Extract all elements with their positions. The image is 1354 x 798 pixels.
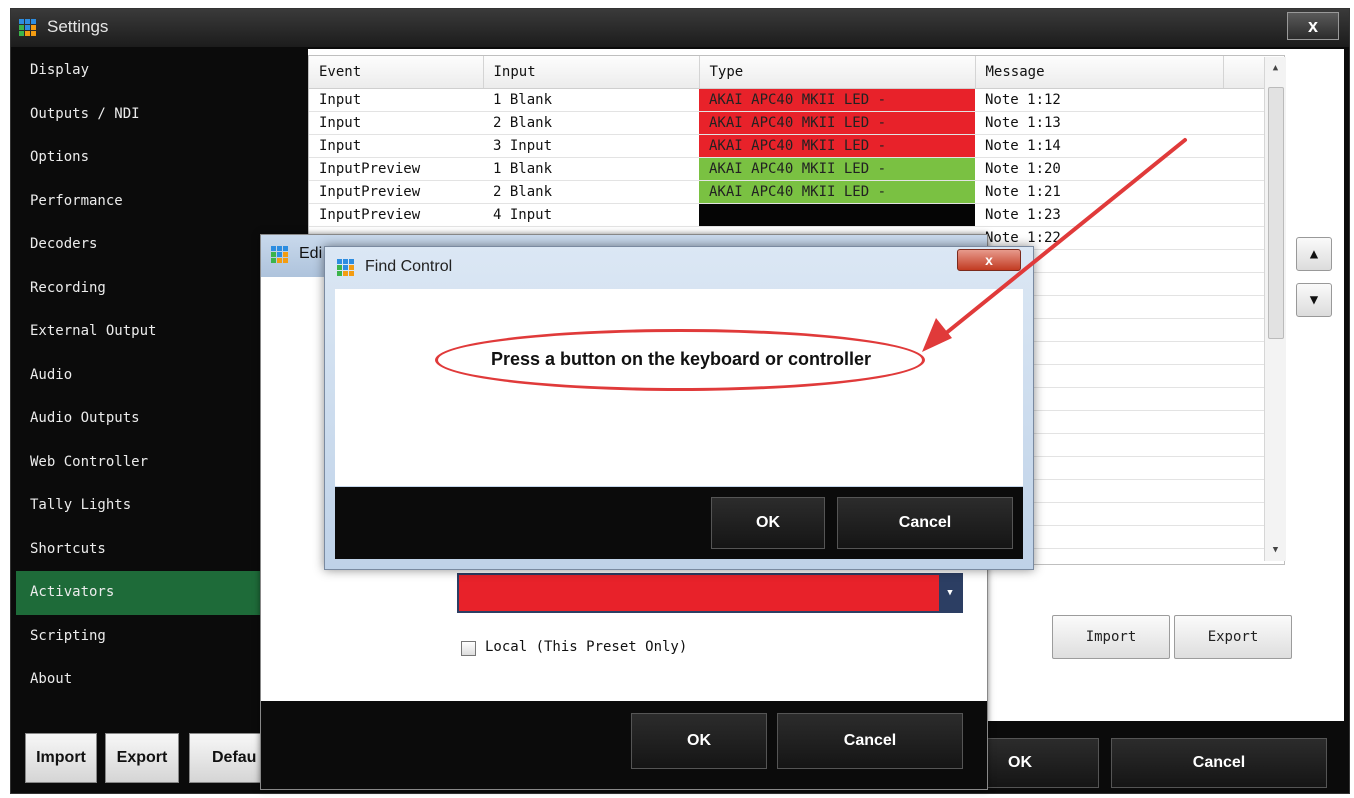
- cell-message: Note 1:13: [975, 111, 1223, 135]
- table-row[interactable]: Input 2 Blank AKAI APC40 MKII LED - Note 1:…: [309, 111, 1283, 135]
- cell-type: [699, 203, 975, 227]
- sidebar-item-recording[interactable]: Recording: [16, 267, 266, 311]
- find-ok-button[interactable]: OK: [711, 497, 825, 549]
- column-header-event[interactable]: Event: [309, 56, 484, 89]
- cell-input: 1 Blank: [483, 88, 699, 112]
- bottom-export-button[interactable]: Export: [105, 733, 179, 783]
- find-close-button[interactable]: x: [957, 249, 1021, 271]
- import-button[interactable]: Import: [1052, 615, 1170, 659]
- column-header-type[interactable]: Type: [699, 56, 976, 89]
- cell-message: Note 1:23: [975, 203, 1223, 227]
- sidebar-item-performance[interactable]: Performance: [16, 180, 266, 224]
- table-scrollbar[interactable]: ▲ ▼: [1264, 57, 1286, 561]
- sidebar-item-decoders[interactable]: Decoders: [16, 223, 266, 267]
- bottom-default-button[interactable]: Defau: [189, 733, 269, 783]
- sidebar-item-options[interactable]: Options: [16, 136, 266, 180]
- column-header-input[interactable]: Input: [483, 56, 700, 89]
- cell-type: AKAI APC40 MKII LED -: [699, 180, 975, 204]
- triangle-up-icon: ▲: [1309, 246, 1319, 262]
- cell-type: AKAI APC40 MKII LED -: [699, 111, 975, 135]
- vmix-logo-icon: [337, 259, 355, 277]
- bottom-import-button[interactable]: Import: [25, 733, 97, 783]
- sidebar-item-external-output[interactable]: External Output: [16, 310, 266, 354]
- vmix-logo-icon: [19, 19, 37, 37]
- vmix-logo-icon: [271, 246, 289, 264]
- table-row[interactable]: InputPreview 4 Input Note 1:23: [309, 203, 1283, 227]
- find-control-message: Press a button on the keyboard or contro…: [490, 349, 872, 369]
- export-button[interactable]: Export: [1174, 615, 1292, 659]
- window-title: Settings: [47, 17, 109, 36]
- settings-titlebar[interactable]: Settings x: [11, 9, 1349, 47]
- cell-input: 3 Input: [483, 134, 699, 158]
- table-row[interactable]: Input 3 Input AKAI APC40 MKII LED - Note 1:…: [309, 134, 1283, 158]
- find-cancel-button[interactable]: Cancel: [837, 497, 1013, 549]
- table-header-row: Event Input Type Message: [309, 56, 1283, 89]
- scrollbar-thumb[interactable]: [1268, 87, 1284, 339]
- scroll-down-arrow-icon[interactable]: ▼: [1265, 545, 1286, 555]
- local-preset-label: Local (This Preset Only): [485, 639, 688, 655]
- cell-input: 4 Input: [483, 203, 699, 227]
- find-control-title: Find Control: [365, 258, 453, 275]
- sidebar-item-web-controller[interactable]: Web Controller: [16, 441, 266, 485]
- cell-event: InputPreview: [309, 157, 483, 181]
- cell-message: Note 1:21: [975, 180, 1223, 204]
- edit-dialog-bottom-bar: OK Cancel: [261, 701, 987, 789]
- move-down-button[interactable]: ▼: [1296, 283, 1332, 317]
- cell-event: InputPreview: [309, 180, 483, 204]
- cell-message: Note 1:14: [975, 134, 1223, 158]
- sidebar-item-scripting[interactable]: Scripting: [16, 615, 266, 659]
- cell-input: 2 Blank: [483, 111, 699, 135]
- sidebar-item-audio[interactable]: Audio: [16, 354, 266, 398]
- edit-dialog-title: Edi: [299, 245, 323, 262]
- table-row[interactable]: InputPreview 1 Blank AKAI APC40 MKII LED -…: [309, 157, 1283, 181]
- table-row[interactable]: InputPreview 2 Blank AKAI APC40 MKII LED -…: [309, 180, 1283, 204]
- cell-event: InputPreview: [309, 203, 483, 227]
- sidebar-item-shortcuts[interactable]: Shortcuts: [16, 528, 266, 572]
- led-color-dropdown[interactable]: ▼: [457, 573, 963, 613]
- sidebar-item-about[interactable]: About: [16, 658, 266, 702]
- cell-type: AKAI APC40 MKII LED -: [699, 88, 975, 112]
- move-up-button[interactable]: ▲: [1296, 237, 1332, 271]
- find-control-dialog: Find Control x Press a button on the key…: [324, 246, 1034, 570]
- find-control-bottom-bar: OK Cancel: [335, 487, 1023, 559]
- scroll-up-arrow-icon[interactable]: ▲: [1265, 63, 1286, 73]
- cell-event: Input: [309, 134, 483, 158]
- table-row[interactable]: Input 1 Blank AKAI APC40 MKII LED - Note 1:…: [309, 88, 1283, 112]
- chevron-down-icon[interactable]: ▼: [939, 575, 961, 611]
- sidebar-item-audio-outputs[interactable]: Audio Outputs: [16, 397, 266, 441]
- settings-sidebar: Display Outputs / NDI Options Performance De…: [16, 49, 266, 702]
- settings-cancel-button[interactable]: Cancel: [1111, 738, 1327, 788]
- cell-type: AKAI APC40 MKII LED -: [699, 134, 975, 158]
- triangle-down-icon: ▼: [1309, 292, 1319, 308]
- find-control-body: Press a button on the keyboard or contro…: [335, 289, 1023, 486]
- sidebar-item-outputs-ndi[interactable]: Outputs / NDI: [16, 93, 266, 137]
- edit-cancel-button[interactable]: Cancel: [777, 713, 963, 769]
- cell-event: Input: [309, 88, 483, 112]
- sidebar-item-tally-lights[interactable]: Tally Lights: [16, 484, 266, 528]
- settings-ok-button[interactable]: OK: [977, 738, 1099, 788]
- cell-event: Input: [309, 111, 483, 135]
- sidebar-item-display[interactable]: Display: [16, 49, 266, 93]
- cell-message: Note 1:12: [975, 88, 1223, 112]
- cell-input: 1 Blank: [483, 157, 699, 181]
- cell-message: Note 1:20: [975, 157, 1223, 181]
- cell-input: 2 Blank: [483, 180, 699, 204]
- edit-ok-button[interactable]: OK: [631, 713, 767, 769]
- local-preset-checkbox[interactable]: [461, 641, 476, 656]
- sidebar-item-activators[interactable]: Activators: [16, 571, 266, 615]
- cell-type: AKAI APC40 MKII LED -: [699, 157, 975, 181]
- column-header-message[interactable]: Message: [975, 56, 1224, 89]
- close-button[interactable]: x: [1287, 12, 1339, 40]
